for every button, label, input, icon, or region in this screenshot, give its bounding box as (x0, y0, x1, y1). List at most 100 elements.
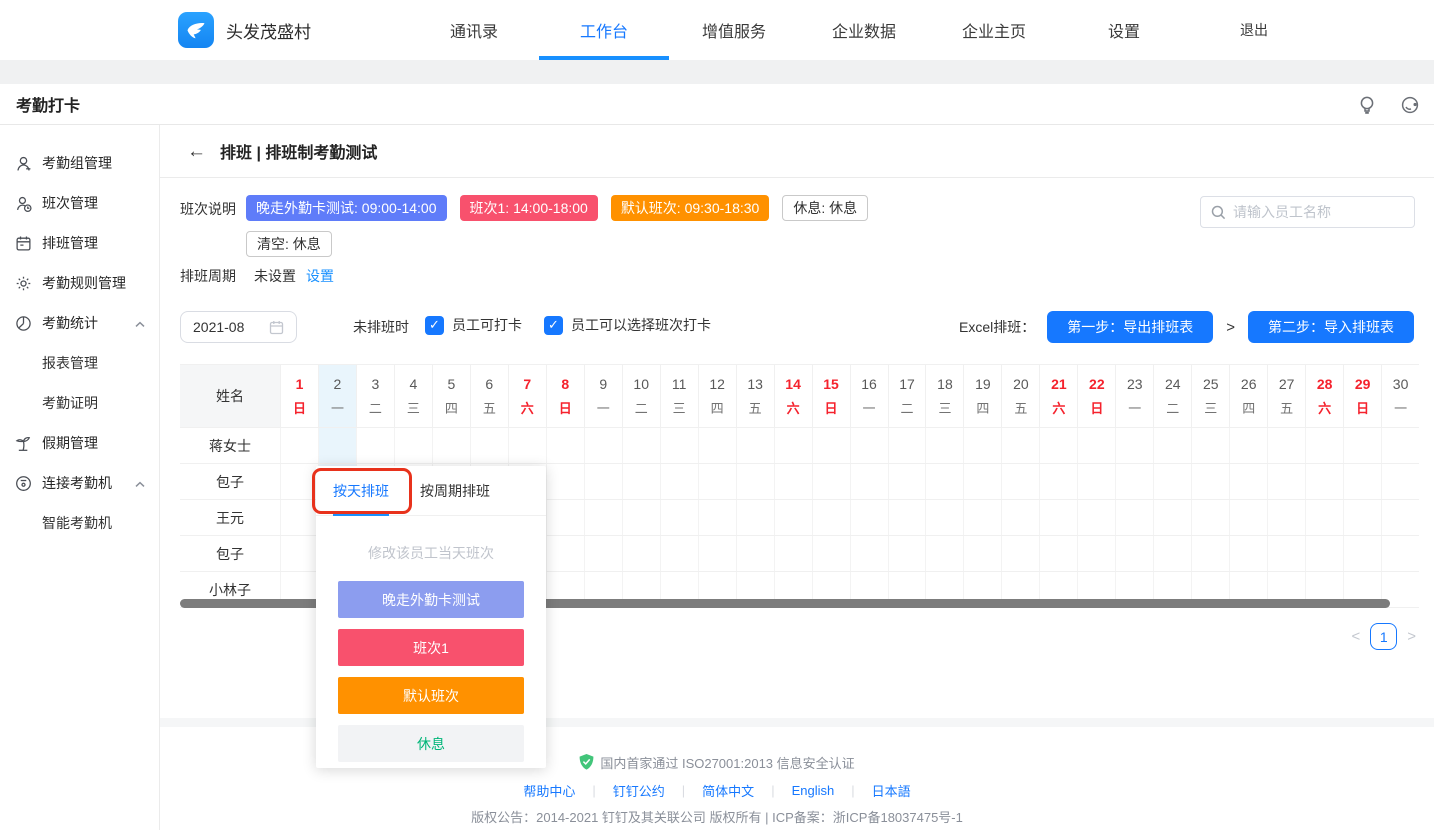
day-header-2[interactable]: 2一 (318, 365, 356, 427)
checkbox-checked-icon[interactable]: ✓ (544, 316, 563, 335)
schedule-cell[interactable] (925, 464, 963, 499)
schedule-cell[interactable] (660, 428, 698, 463)
month-select[interactable]: 2021-08 (180, 311, 297, 343)
schedule-cell[interactable] (1343, 500, 1381, 535)
nav-item-企业主页[interactable]: 企业主页 (929, 0, 1059, 60)
day-header-1[interactable]: 1日 (280, 365, 318, 427)
schedule-cell[interactable] (622, 428, 660, 463)
schedule-cell[interactable] (812, 428, 850, 463)
schedule-cell[interactable] (546, 536, 584, 571)
shift-option-班次1[interactable]: 班次1 (338, 629, 524, 666)
schedule-cell[interactable] (698, 428, 736, 463)
schedule-cell[interactable] (280, 464, 318, 499)
schedule-cell[interactable] (280, 500, 318, 535)
sidebar-item-假期管理[interactable]: 假期管理 (0, 423, 159, 463)
schedule-cell[interactable] (432, 428, 470, 463)
schedule-cell[interactable] (1191, 500, 1229, 535)
nav-item-通讯录[interactable]: 通讯录 (409, 0, 539, 60)
shift-option-休息[interactable]: 休息 (338, 725, 524, 762)
schedule-cell[interactable] (1267, 536, 1305, 571)
schedule-cell[interactable] (1191, 464, 1229, 499)
customer-service-icon[interactable] (1400, 95, 1420, 115)
schedule-cell[interactable] (1191, 428, 1229, 463)
nav-item-设置[interactable]: 设置 (1059, 0, 1189, 60)
schedule-cell[interactable] (508, 428, 546, 463)
schedule-cell[interactable] (1153, 428, 1191, 463)
schedule-cell[interactable] (1153, 536, 1191, 571)
prev-page-arrow[interactable]: < (1351, 628, 1360, 645)
schedule-cell[interactable] (736, 428, 774, 463)
schedule-cell[interactable] (584, 500, 622, 535)
next-page-arrow[interactable]: > (1407, 628, 1416, 645)
day-header-21[interactable]: 21六 (1039, 365, 1077, 427)
schedule-cell[interactable] (1381, 536, 1419, 571)
day-header-29[interactable]: 29日 (1343, 365, 1381, 427)
page-number[interactable]: 1 (1370, 623, 1397, 650)
schedule-cell[interactable] (1229, 464, 1267, 499)
day-header-9[interactable]: 9一 (584, 365, 622, 427)
schedule-cell[interactable] (1001, 536, 1039, 571)
schedule-cell[interactable] (622, 464, 660, 499)
schedule-cell[interactable] (1381, 500, 1419, 535)
sidebar-item-考勤统计[interactable]: 考勤统计 (0, 303, 159, 343)
schedule-cell[interactable] (1077, 428, 1115, 463)
sidebar-item-连接考勤机[interactable]: 连接考勤机 (0, 463, 159, 503)
schedule-cell[interactable] (1001, 500, 1039, 535)
schedule-cell[interactable] (925, 500, 963, 535)
schedule-cell[interactable] (394, 428, 432, 463)
schedule-cell[interactable] (546, 464, 584, 499)
schedule-cell[interactable] (774, 464, 812, 499)
schedule-cell[interactable] (850, 500, 888, 535)
schedule-cell[interactable] (1077, 536, 1115, 571)
schedule-cell[interactable] (1305, 500, 1343, 535)
schedule-cell[interactable] (888, 464, 926, 499)
schedule-cell[interactable] (736, 464, 774, 499)
schedule-cell[interactable] (1229, 536, 1267, 571)
sidebar-item-班次管理[interactable]: 班次管理 (0, 183, 159, 223)
schedule-cell[interactable] (850, 464, 888, 499)
day-header-25[interactable]: 25三 (1191, 365, 1229, 427)
schedule-cell[interactable] (736, 536, 774, 571)
schedule-cell[interactable] (774, 428, 812, 463)
schedule-cell[interactable] (1001, 464, 1039, 499)
schedule-cell[interactable] (622, 536, 660, 571)
schedule-cell[interactable] (1305, 464, 1343, 499)
cycle-set-link[interactable]: 设置 (306, 266, 334, 286)
employee-search[interactable] (1200, 196, 1415, 228)
schedule-cell[interactable] (963, 536, 1001, 571)
schedule-cell[interactable] (1153, 500, 1191, 535)
day-header-6[interactable]: 6五 (470, 365, 508, 427)
schedule-cell[interactable] (774, 500, 812, 535)
lightbulb-icon[interactable] (1358, 95, 1376, 115)
footer-link-日本語[interactable]: 日本語 (855, 781, 928, 800)
day-header-30[interactable]: 30一 (1381, 365, 1419, 427)
schedule-cell[interactable] (1039, 428, 1077, 463)
day-header-5[interactable]: 5四 (432, 365, 470, 427)
schedule-cell[interactable] (1381, 464, 1419, 499)
search-input[interactable] (1233, 204, 1414, 220)
logout-button[interactable]: 退出 (1189, 0, 1319, 60)
schedule-cell[interactable] (356, 428, 394, 463)
schedule-cell[interactable] (812, 536, 850, 571)
day-header-7[interactable]: 7六 (508, 365, 546, 427)
schedule-cell[interactable] (1343, 464, 1381, 499)
day-header-13[interactable]: 13五 (736, 365, 774, 427)
schedule-cell[interactable] (1229, 500, 1267, 535)
schedule-cell[interactable] (584, 464, 622, 499)
schedule-cell[interactable] (925, 428, 963, 463)
footer-link-简体中文[interactable]: 简体中文 (685, 781, 771, 800)
schedule-cell[interactable] (1153, 464, 1191, 499)
sidebar-subitem-考勤证明[interactable]: 考勤证明 (0, 383, 159, 423)
export-schedule-button[interactable]: 第一步：导出排班表 (1047, 311, 1213, 343)
day-header-24[interactable]: 24二 (1153, 365, 1191, 427)
dingtalk-logo-icon[interactable] (178, 12, 214, 48)
schedule-cell[interactable] (698, 464, 736, 499)
day-header-16[interactable]: 16一 (850, 365, 888, 427)
schedule-cell[interactable] (318, 428, 356, 463)
schedule-cell[interactable] (1305, 428, 1343, 463)
sidebar-item-考勤规则管理[interactable]: 考勤规则管理 (0, 263, 159, 303)
schedule-cell[interactable] (888, 500, 926, 535)
nav-item-企业数据[interactable]: 企业数据 (799, 0, 929, 60)
schedule-cell[interactable] (584, 428, 622, 463)
nav-item-工作台[interactable]: 工作台 (539, 0, 669, 60)
